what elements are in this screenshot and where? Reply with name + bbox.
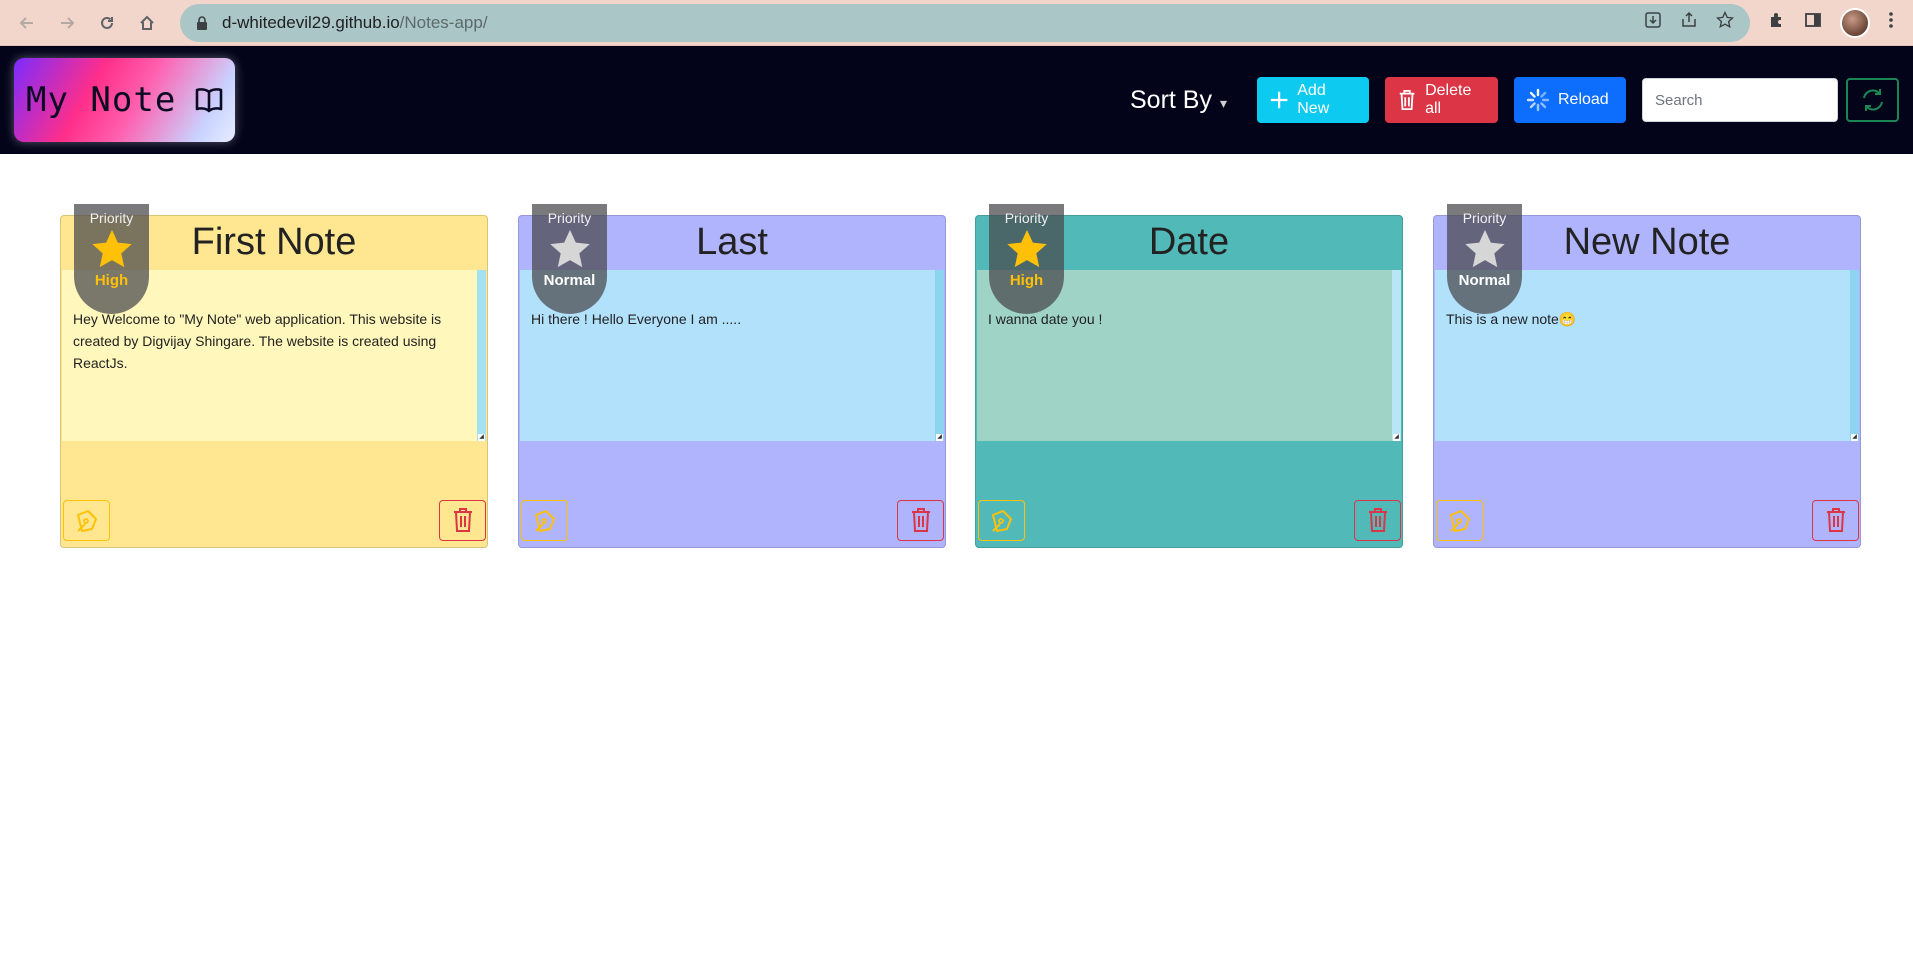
url-path: /Notes-app/ [399, 12, 488, 32]
forward-icon[interactable] [50, 6, 84, 40]
priority-title: Priority [1004, 210, 1049, 226]
add-new-button[interactable]: Add New [1257, 77, 1369, 123]
app-navbar: My Note Sort By ▾ Add New Delete all Rel… [0, 46, 1913, 154]
edit-button[interactable] [521, 499, 568, 541]
resize-handle[interactable]: ◢ [1393, 434, 1400, 441]
star-icon [1463, 228, 1507, 270]
priority-badge: Priority Normal [1447, 204, 1522, 314]
priority-title: Priority [89, 210, 134, 226]
plus-icon [1270, 91, 1288, 109]
notes-container: First Note Hey Welcome to "My Note" web … [0, 154, 1913, 970]
trash-icon [911, 508, 930, 532]
star-icon [1005, 228, 1049, 270]
book-icon [194, 87, 224, 113]
scrollbar[interactable] [477, 270, 486, 441]
reload-label: Reload [1558, 91, 1609, 108]
extensions-icon[interactable] [1768, 11, 1786, 34]
reload-button[interactable]: Reload [1514, 77, 1626, 123]
note-card: First Note Hey Welcome to "My Note" web … [60, 204, 488, 548]
resize-handle[interactable]: ◢ [478, 434, 485, 441]
brand-title: My Note [26, 80, 177, 120]
note-footer [61, 493, 487, 547]
delete-note-button[interactable] [1812, 499, 1859, 541]
priority-title: Priority [1462, 210, 1507, 226]
delete-note-button[interactable] [897, 499, 944, 541]
priority-title: Priority [547, 210, 592, 226]
edit-button[interactable] [978, 499, 1025, 541]
bookmark-star-icon[interactable] [1715, 10, 1735, 34]
share-icon[interactable] [1680, 11, 1698, 34]
trash-icon [1368, 508, 1387, 532]
sort-by-label: Sort By [1129, 85, 1212, 114]
pen-icon [991, 510, 1012, 532]
delete-all-button[interactable]: Delete all [1385, 77, 1498, 123]
priority-badge: Priority High [74, 204, 149, 314]
refresh-icon [1862, 89, 1883, 111]
note-footer [976, 493, 1402, 547]
reload-page-icon[interactable] [90, 6, 124, 40]
star-icon [90, 228, 134, 270]
delete-note-button[interactable] [439, 499, 486, 541]
star-icon [548, 228, 592, 270]
trash-icon [453, 508, 472, 532]
install-icon[interactable] [1644, 11, 1662, 34]
spinner-icon [1526, 88, 1550, 112]
sort-by-dropdown[interactable]: Sort By ▾ [1130, 86, 1227, 115]
scrollbar[interactable] [1392, 270, 1401, 441]
priority-level: Normal [543, 272, 596, 289]
back-icon[interactable] [10, 6, 44, 40]
scrollbar[interactable] [935, 270, 944, 441]
resize-handle[interactable]: ◢ [936, 434, 943, 441]
priority-badge: Priority High [989, 204, 1064, 314]
scrollbar[interactable] [1850, 270, 1859, 441]
note-card: Last Hi there ! Hello Everyone I am ....… [518, 204, 946, 548]
note-footer [519, 493, 945, 547]
home-icon[interactable] [130, 6, 164, 40]
priority-level: Normal [1458, 272, 1511, 289]
pen-icon [534, 510, 555, 532]
add-new-label: Add New [1297, 82, 1330, 117]
edit-button[interactable] [63, 499, 110, 541]
pen-icon [1449, 510, 1470, 532]
delete-all-label: Delete all [1425, 82, 1472, 117]
priority-level: High [94, 272, 129, 289]
chevron-down-icon: ▾ [1219, 94, 1227, 111]
note-card: Date I wanna date you ! ◢ Priority High [975, 204, 1403, 548]
trash-icon [1399, 89, 1415, 111]
url-host: d-whitedevil29.github.io [222, 12, 400, 32]
brand-logo[interactable]: My Note [14, 58, 235, 142]
note-footer [1434, 493, 1860, 547]
address-bar[interactable]: d-whitedevil29.github.io/Notes-app/ [180, 3, 1750, 42]
edit-button[interactable] [1436, 499, 1483, 541]
delete-note-button[interactable] [1354, 499, 1401, 541]
refresh-button[interactable] [1846, 78, 1899, 122]
side-panel-icon[interactable] [1804, 11, 1822, 34]
lock-icon [196, 15, 208, 30]
resize-handle[interactable]: ◢ [1851, 434, 1858, 441]
browser-toolbar: d-whitedevil29.github.io/Notes-app/ [0, 0, 1913, 46]
profile-avatar[interactable] [1840, 7, 1870, 38]
priority-level: High [1009, 272, 1044, 289]
priority-badge: Priority Normal [532, 204, 607, 314]
menu-dots-icon[interactable] [1888, 11, 1894, 34]
pen-icon [76, 510, 97, 532]
note-card: New Note This is a new note😁 ◢ Priority … [1433, 204, 1861, 548]
search-input[interactable] [1642, 78, 1838, 122]
trash-icon [1826, 508, 1845, 532]
